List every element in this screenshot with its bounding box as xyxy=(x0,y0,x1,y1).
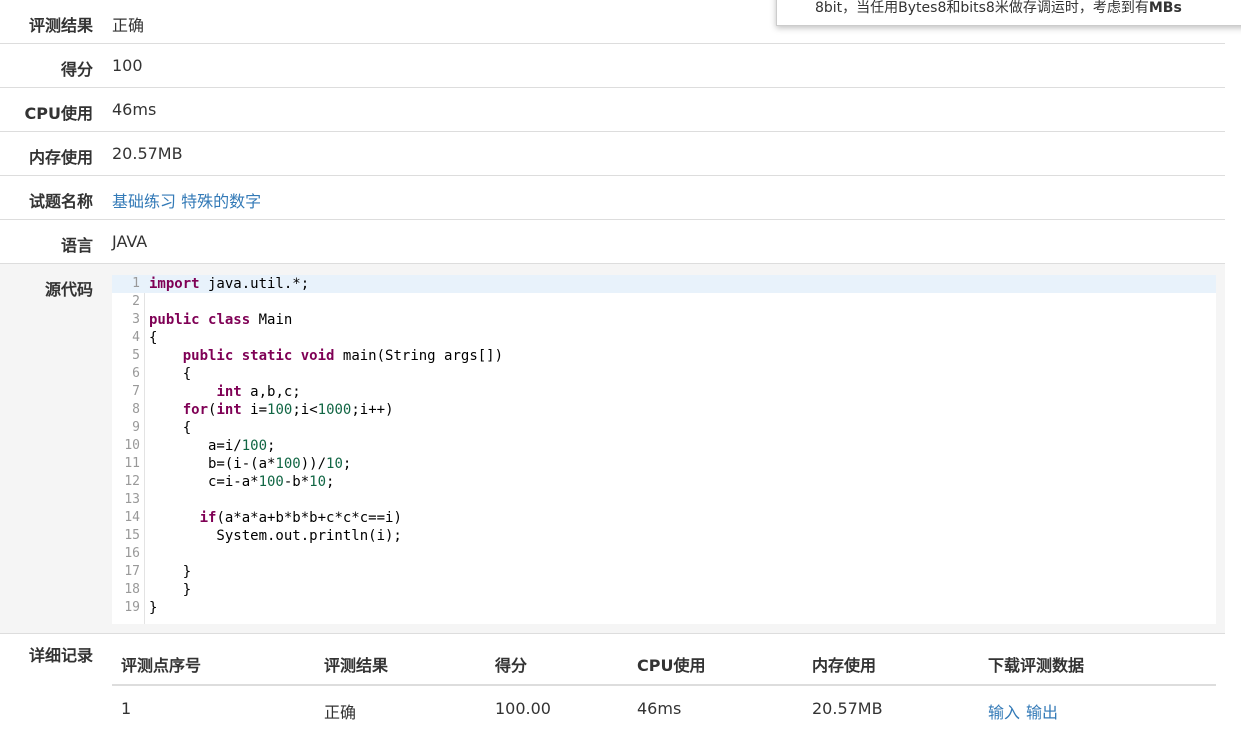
code-text: } xyxy=(149,582,192,598)
code-line: 7 int a,b,c; xyxy=(112,383,1216,401)
problem-row: 试题名称 基础练习 特殊的数字 xyxy=(0,176,1225,220)
code-line: 12 c=i-a*100-b*10; xyxy=(112,473,1216,491)
line-number: 1 xyxy=(132,276,140,291)
code-text: a=i/100; xyxy=(149,438,276,454)
code-text: b=(i-(a*100))/10; xyxy=(149,456,352,472)
language-value: JAVA xyxy=(112,232,148,251)
code-line: 11 b=(i-(a*100))/10; xyxy=(112,455,1216,473)
code-text: public class Main xyxy=(149,312,293,328)
cell-score: 100.00 xyxy=(495,699,551,718)
code-line: 15 System.out.println(i); xyxy=(112,527,1216,545)
source-code-row: 源代码 1 import java.util.*; 2 3 public class M… xyxy=(0,264,1225,634)
problem-label: 试题名称 xyxy=(28,192,93,211)
code-line: 1 import java.util.*; xyxy=(112,275,1216,293)
line-number: 16 xyxy=(124,546,140,561)
code-line: 13 xyxy=(112,491,1216,509)
header-test-index: 评测点序号 xyxy=(121,656,202,675)
problem-link[interactable]: 基础练习 特殊的数字 xyxy=(112,188,261,212)
line-number: 8 xyxy=(132,402,140,417)
cell-memory: 20.57MB xyxy=(812,699,883,718)
verdict-row: 评测结果 正确 xyxy=(0,0,1225,44)
code-line: 2 xyxy=(112,293,1216,311)
memory-row: 内存使用 20.57MB xyxy=(0,132,1225,176)
cpu-label: CPU使用 xyxy=(24,104,93,123)
header-memory: 内存使用 xyxy=(812,656,877,675)
verdict-label: 评测结果 xyxy=(28,16,93,35)
table-row: 1 正确 100.00 46ms 20.57MB 输入 输出 xyxy=(112,686,1216,728)
code-line: 5 public static void main(String args[]) xyxy=(112,347,1216,365)
line-number: 5 xyxy=(132,348,140,363)
score-value: 100 xyxy=(112,56,143,75)
code-line: 14 if(a*a*a+b*b*b+c*c*c==i) xyxy=(112,509,1216,527)
cell-test-index: 1 xyxy=(121,699,132,718)
line-number: 19 xyxy=(124,600,140,615)
cell-verdict: 正确 xyxy=(324,703,357,722)
header-verdict: 评测结果 xyxy=(324,656,389,675)
line-number: 2 xyxy=(132,294,140,309)
code-text: if(a*a*a+b*b*b+c*c*c==i) xyxy=(199,510,402,526)
code-text: } xyxy=(149,564,192,580)
code-line: 6 { xyxy=(112,365,1216,383)
line-number: 7 xyxy=(132,384,140,399)
detail-records-section: 详细记录 评测点序号 评测结果 得分 CPU使用 内存使用 下载评测数据 1 正… xyxy=(0,630,1225,734)
cpu-row: CPU使用 46ms xyxy=(0,88,1225,132)
cpu-value: 46ms xyxy=(112,100,157,119)
score-row: 得分 100 xyxy=(0,44,1225,88)
download-output-link[interactable]: 输出 xyxy=(1026,699,1058,723)
code-line: 8 for(int i=100;i<1000;i++) xyxy=(112,401,1216,419)
source-code-label: 源代码 xyxy=(44,280,93,299)
code-text: { xyxy=(149,330,158,346)
verdict-value: 正确 xyxy=(112,16,145,35)
header-download: 下载评测数据 xyxy=(988,656,1085,675)
code-line: 17 } xyxy=(112,563,1216,581)
line-number: 14 xyxy=(124,510,140,525)
code-text: { xyxy=(149,366,192,382)
line-number: 18 xyxy=(124,582,140,597)
memory-label: 内存使用 xyxy=(28,148,93,167)
language-row: 语言 JAVA xyxy=(0,220,1225,264)
line-number: 11 xyxy=(124,456,140,471)
code-text: public static void main(String args[]) xyxy=(182,348,504,364)
line-number: 10 xyxy=(124,438,140,453)
code-line: 16 xyxy=(112,545,1216,563)
line-number: 9 xyxy=(132,420,140,435)
code-text: import java.util.*; xyxy=(149,276,310,292)
detail-records-label: 详细记录 xyxy=(28,646,93,665)
language-label: 语言 xyxy=(60,236,93,255)
code-line: 18 } xyxy=(112,581,1216,599)
header-cpu: CPU使用 xyxy=(637,656,706,675)
source-code-viewer[interactable]: 1 import java.util.*; 2 3 public class Main 4… xyxy=(112,275,1216,624)
code-line: 9 { xyxy=(112,419,1216,437)
score-label: 得分 xyxy=(60,60,93,79)
table-header: 评测点序号 评测结果 得分 CPU使用 内存使用 下载评测数据 xyxy=(112,640,1216,686)
line-number: 3 xyxy=(132,312,140,327)
submission-info-table: 评测结果 正确 得分 100 CPU使用 46ms 内存使用 20.57MB 试… xyxy=(0,0,1225,634)
detail-records-table: 评测点序号 评测结果 得分 CPU使用 内存使用 下载评测数据 1 正确 100… xyxy=(112,640,1216,728)
line-number: 12 xyxy=(124,474,140,489)
code-text: { xyxy=(149,420,192,436)
line-number: 15 xyxy=(124,528,140,543)
code-text: System.out.println(i); xyxy=(149,528,402,544)
line-number: 17 xyxy=(124,564,140,579)
code-text: int a,b,c; xyxy=(216,384,301,400)
code-line: 4{ xyxy=(112,329,1216,347)
code-line: 10 a=i/100; xyxy=(112,437,1216,455)
header-score: 得分 xyxy=(495,656,528,675)
code-line: 3 public class Main xyxy=(112,311,1216,329)
download-input-link[interactable]: 输入 xyxy=(988,699,1020,723)
code-text: for(int i=100;i<1000;i++) xyxy=(182,402,394,418)
memory-value: 20.57MB xyxy=(112,144,183,163)
line-number: 4 xyxy=(132,330,140,345)
code-text: c=i-a*100-b*10; xyxy=(149,474,335,490)
line-number: 13 xyxy=(124,492,140,507)
code-line: 19} xyxy=(112,599,1216,617)
line-number: 6 xyxy=(132,366,140,381)
cell-cpu: 46ms xyxy=(637,699,682,718)
code-text: } xyxy=(149,600,158,616)
